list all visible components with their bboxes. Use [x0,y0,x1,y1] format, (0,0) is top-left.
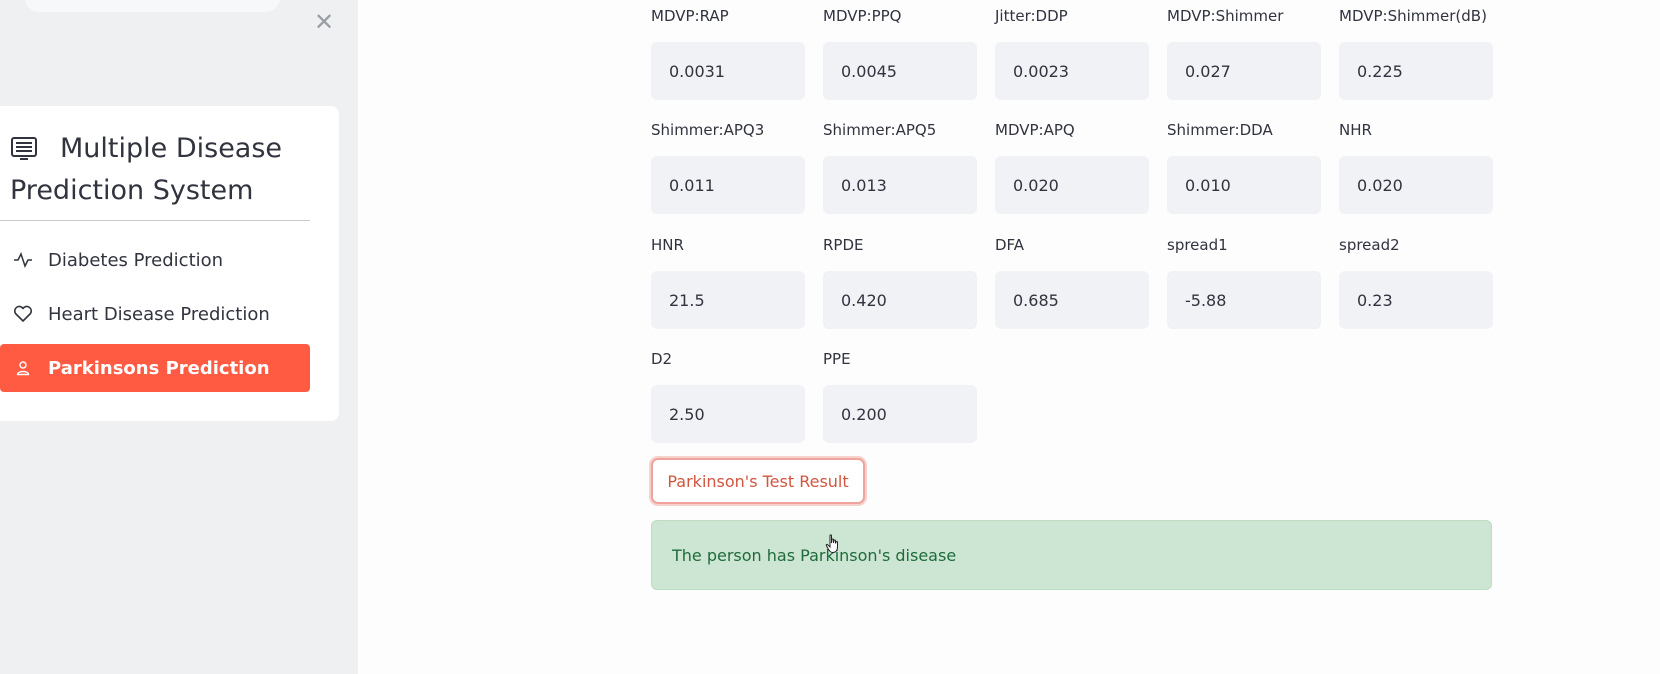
field-label: Shimmer:DDA [1167,121,1273,139]
field-shimmer-dda: Shimmer:DDA [1167,118,1321,214]
field-mdvp-apq: MDVP:APQ [995,118,1149,214]
sidebar: ✕ Multiple Disease Prediction System Dia… [0,0,358,674]
menu-item-label: Heart Disease Prediction [48,303,270,325]
field-spread1: spread1 [1167,233,1321,329]
field-label: MDVP:APQ [995,121,1075,139]
field-label: RPDE [823,236,864,254]
field-label: HNR [651,236,684,254]
menu-title: Multiple Disease Prediction System [10,128,320,212]
field-label: DFA [995,236,1025,254]
menu-item-label: Parkinsons Prediction [48,357,270,379]
menu-title-line2: Prediction System [10,175,254,206]
field-label: PPE [823,350,851,368]
result-text: The person has Parkinson's disease [672,545,957,565]
parkinsons-test-result-button[interactable]: Parkinson's Test Result [651,458,865,504]
nhr-input[interactable] [1339,156,1493,214]
field-d2: D2 [651,347,805,443]
main-content: MDVP:RAP MDVP:PPQ Jitter:DDP MDVP:Shimme… [358,0,1660,674]
rpde-input[interactable] [823,271,977,329]
shimmer-apq3-input[interactable] [651,156,805,214]
field-dfa: DFA [995,233,1149,329]
field-nhr: NHR [1339,118,1493,214]
close-icon: ✕ [313,8,335,36]
field-shimmer-apq5: Shimmer:APQ5 [823,118,977,214]
field-label: MDVP:Shimmer(dB) [1339,7,1487,25]
field-shimmer-apq3: Shimmer:APQ3 [651,118,805,214]
field-label: MDVP:PPQ [823,7,902,25]
heart-icon [12,303,34,325]
field-label: spread2 [1339,236,1400,254]
ppe-input[interactable] [823,385,977,443]
field-label: Shimmer:APQ3 [651,121,765,139]
menu-item-label: Diabetes Prediction [48,249,224,271]
menu-header: Multiple Disease Prediction System [10,128,320,212]
shimmer-apq5-input[interactable] [823,156,977,214]
menu-divider [0,220,310,221]
field-rpde: RPDE [823,233,977,329]
option-menu: Multiple Disease Prediction System Diabe… [0,106,339,421]
field-hnr: HNR [651,233,805,329]
person-icon [12,357,34,379]
spread1-input[interactable] [1167,271,1321,329]
field-mdvp-shimmer-db: MDVP:Shimmer(dB) [1339,4,1493,100]
sidebar-top-card [25,0,280,12]
hand-cursor-icon [825,534,838,554]
field-label: MDVP:Shimmer [1167,7,1284,25]
mdvp-ppq-input[interactable] [823,42,977,100]
success-alert: The person has Parkinson's disease [651,520,1492,590]
menu-item-parkinsons[interactable]: Parkinsons Prediction [0,344,310,392]
mdvp-rap-input[interactable] [651,42,805,100]
close-sidebar-button[interactable]: ✕ [312,8,336,36]
jitter-ddp-input[interactable] [995,42,1149,100]
field-ppe: PPE [823,347,977,443]
menu-list-icon [11,137,37,160]
field-spread2: spread2 [1339,233,1493,329]
field-label: spread1 [1167,236,1228,254]
mdvp-shimmer-db-input[interactable] [1339,42,1493,100]
activity-icon [12,249,34,271]
menu-item-diabetes[interactable]: Diabetes Prediction [0,236,310,284]
hnr-input[interactable] [651,271,805,329]
mdvp-apq-input[interactable] [995,156,1149,214]
field-label: Jitter:DDP [995,7,1068,25]
spread2-input[interactable] [1339,271,1493,329]
field-jitter-ddp: Jitter:DDP [995,4,1149,100]
menu-title-line1: Multiple Disease [60,133,283,164]
field-label: Shimmer:APQ5 [823,121,937,139]
shimmer-dda-input[interactable] [1167,156,1321,214]
menu-item-heart-disease[interactable]: Heart Disease Prediction [0,290,310,338]
dfa-input[interactable] [995,271,1149,329]
mdvp-shimmer-input[interactable] [1167,42,1321,100]
field-mdvp-rap: MDVP:RAP [651,4,805,100]
field-mdvp-ppq: MDVP:PPQ [823,4,977,100]
d2-input[interactable] [651,385,805,443]
field-mdvp-shimmer: MDVP:Shimmer [1167,4,1321,100]
field-label: NHR [1339,121,1372,139]
field-label: D2 [651,350,673,368]
field-label: MDVP:RAP [651,7,729,25]
